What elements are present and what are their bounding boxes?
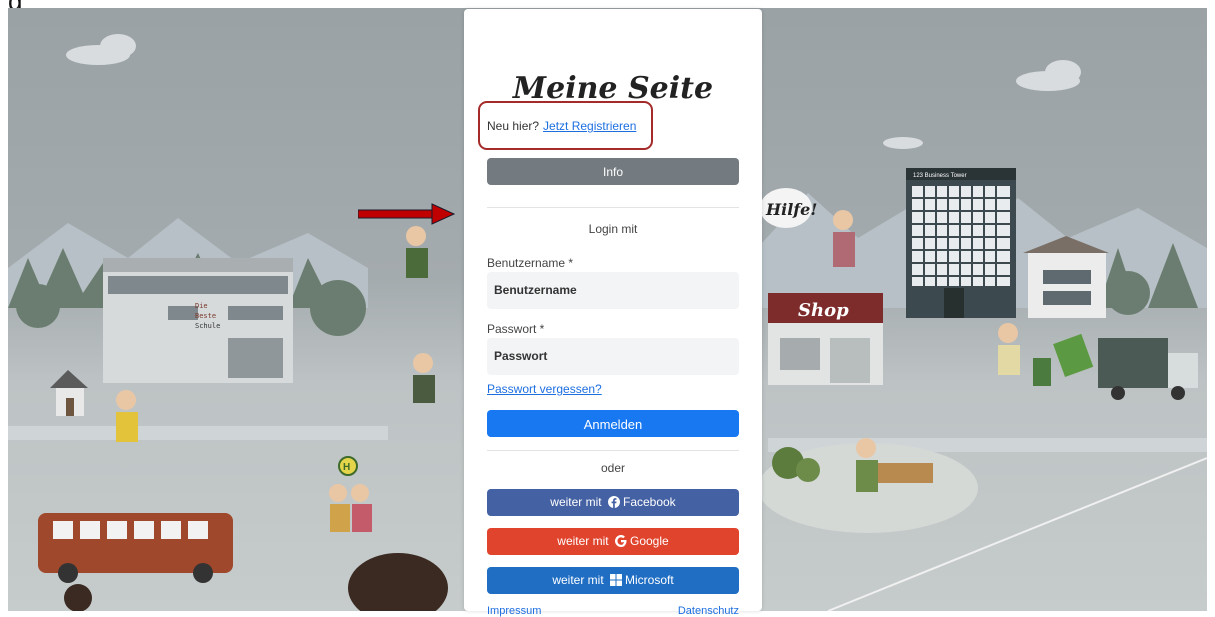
school-building: Die Beste Schule	[103, 258, 293, 383]
business-tower: 123 Business Tower	[906, 168, 1016, 318]
small-house	[50, 370, 88, 416]
bins	[1033, 333, 1094, 386]
or-label: oder	[600, 461, 626, 475]
house-right	[1023, 236, 1109, 318]
facebook-login-button[interactable]: weiter mit Facebook	[487, 489, 739, 516]
username-label: Benutzername *	[487, 256, 574, 270]
bus-stop-sign: H	[338, 456, 358, 476]
bus-stop-letter: H	[343, 462, 350, 473]
password-label: Passwort *	[487, 322, 545, 336]
shop-sign: Shop	[798, 300, 849, 321]
new-here-text: Neu hier?	[487, 119, 540, 133]
google-icon	[614, 535, 627, 547]
forgot-password-link[interactable]: Passwort vergessen?	[487, 382, 602, 396]
imprint-link[interactable]: Impressum	[487, 605, 541, 617]
login-with-label: Login mit	[588, 222, 638, 236]
microsoft-login-button[interactable]: weiter mit Microsoft	[487, 567, 739, 594]
google-button-name: Google	[629, 534, 669, 548]
privacy-link[interactable]: Datenschutz	[678, 605, 739, 617]
info-button[interactable]: Info	[487, 158, 739, 185]
google-button-prefix: weiter mit	[557, 534, 609, 548]
google-login-button[interactable]: weiter mit Google	[487, 528, 739, 555]
register-link[interactable]: Jetzt Registrieren	[543, 119, 636, 133]
arrow-right-icon	[358, 203, 456, 225]
road-left	[8, 426, 388, 440]
divider	[487, 450, 739, 451]
garbage-truck	[1098, 338, 1198, 400]
facebook-icon	[607, 496, 620, 508]
speech-bubble-text: Hilfe!	[765, 200, 817, 219]
password-input[interactable]: Passwort	[487, 338, 739, 375]
school-sign-line2: Beste	[195, 312, 216, 320]
facebook-button-prefix: weiter mit	[550, 495, 602, 509]
school-sign-line3: Schule	[195, 322, 220, 330]
username-input[interactable]: Benutzername	[487, 272, 739, 309]
divider	[487, 207, 739, 208]
tower-sign: 123 Business Tower	[913, 173, 967, 179]
school-sign-line1: Die	[195, 302, 208, 310]
username-placeholder: Benutzername	[494, 283, 577, 297]
password-placeholder: Passwort	[494, 349, 548, 363]
microsoft-button-prefix: weiter mit	[552, 573, 604, 587]
login-card: Meine Seite Neu hier? Jetzt Registrieren …	[464, 9, 762, 617]
microsoft-icon	[610, 574, 622, 586]
new-here-row: Neu hier? Jetzt Registrieren	[487, 119, 636, 133]
bus	[38, 513, 233, 583]
facebook-button-name: Facebook	[622, 495, 676, 509]
shop-building: Shop	[768, 293, 883, 385]
login-button[interactable]: Anmelden	[487, 410, 739, 437]
microsoft-button-name: Microsoft	[625, 573, 674, 587]
